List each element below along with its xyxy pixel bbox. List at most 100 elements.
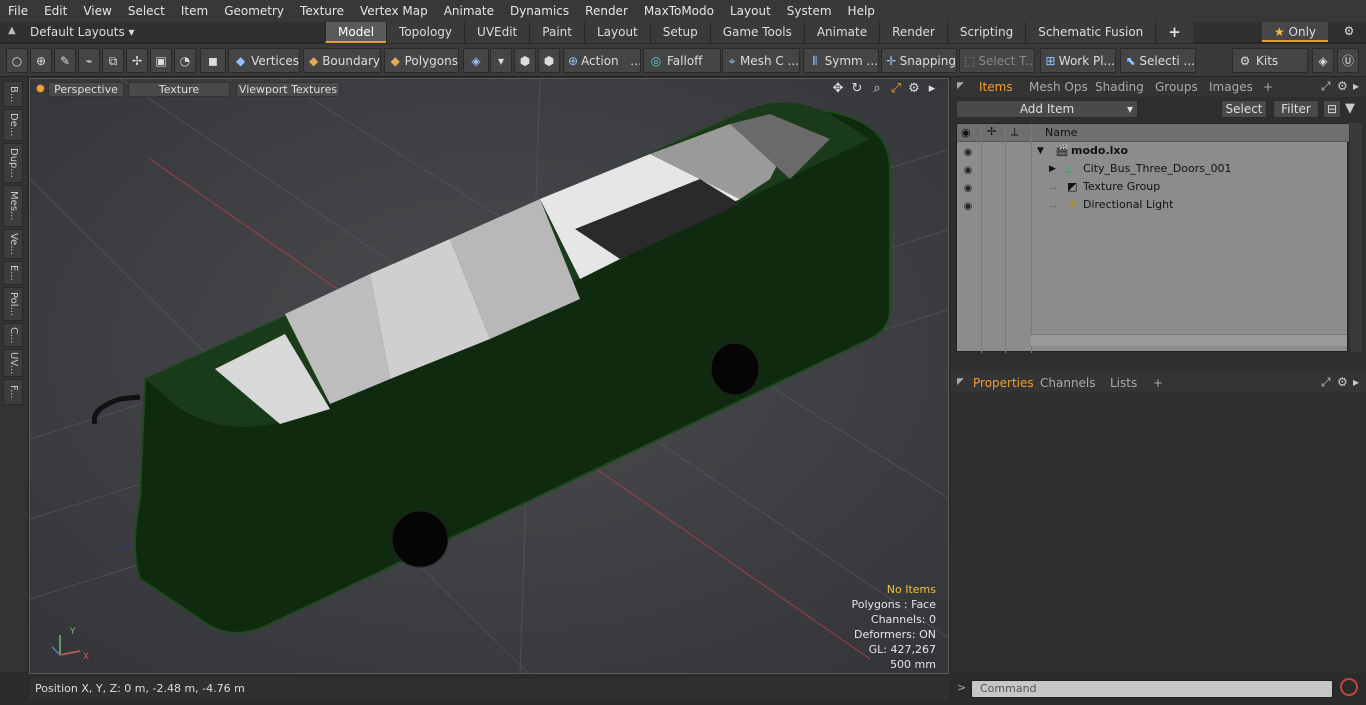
polygons-button[interactable]: ◆ Polygons xyxy=(384,48,459,73)
menu-layout[interactable]: Layout xyxy=(722,0,779,22)
tab-properties[interactable]: Properties xyxy=(967,375,1040,392)
material-button[interactable]: ◈ xyxy=(463,48,489,73)
menu-texture[interactable]: Texture xyxy=(292,0,352,22)
eye-icon[interactable]: ◉ xyxy=(961,144,975,158)
menu-animate[interactable]: Animate xyxy=(436,0,502,22)
tab-paint[interactable]: Paint xyxy=(529,22,584,43)
record-icon[interactable] xyxy=(1340,678,1358,696)
material-dropdown[interactable]: ▾ xyxy=(490,48,512,73)
view-mode-selector[interactable]: Perspective xyxy=(48,82,124,97)
vertical-scrollbar[interactable] xyxy=(1350,123,1362,352)
symmetry-button[interactable]: ⫴ Symm ... xyxy=(803,48,879,73)
add-item-button[interactable]: Add Item ▾ xyxy=(956,100,1138,118)
item-row-texture-group[interactable]: ◉ … ◩ Texture Group xyxy=(957,178,1349,196)
command-input[interactable]: Command xyxy=(971,680,1333,698)
viewport-gear-icon[interactable]: ⚙ xyxy=(906,81,922,97)
tab-layout[interactable]: Layout xyxy=(583,22,650,43)
tab-animate[interactable]: Animate xyxy=(803,22,880,43)
viewport-expand-icon[interactable]: ▸ xyxy=(924,81,940,97)
tab-uvedit[interactable]: UVEdit xyxy=(464,22,530,43)
menu-vertex-map[interactable]: Vertex Map xyxy=(352,0,436,22)
transform-button[interactable]: ⧉ xyxy=(102,48,124,73)
move-button[interactable]: ✢ xyxy=(126,48,148,73)
tab-polygon[interactable]: Pol... xyxy=(3,287,23,321)
action-center-button[interactable]: ⊕ Action … xyxy=(563,48,641,73)
select-through-button[interactable]: ⬚ Select T... xyxy=(959,48,1035,73)
eye-icon[interactable]: ◉ xyxy=(961,162,975,176)
tab-fusion[interactable]: F... xyxy=(3,379,23,405)
work-plane-button[interactable]: ⊞ Work Pl... xyxy=(1040,48,1116,73)
tab-uv[interactable]: UV... xyxy=(3,349,23,377)
rotate-button[interactable]: ◔ xyxy=(174,48,196,73)
expand-arrow-icon[interactable]: ▶ xyxy=(1049,160,1056,178)
menu-help[interactable]: Help xyxy=(840,0,883,22)
add-panel-tab-button[interactable]: + xyxy=(1257,79,1279,96)
viewport-menu-dot[interactable]: ● xyxy=(36,83,45,94)
panel-gear-icon[interactable]: ⚙ xyxy=(1337,375,1348,389)
panel-menu-icon[interactable]: ◤ xyxy=(957,81,964,91)
tab-render[interactable]: Render xyxy=(879,22,947,43)
unreal-button[interactable]: Ⓤ xyxy=(1337,48,1359,73)
filter-button[interactable]: Filter xyxy=(1273,100,1319,118)
tab-schematic-fusion[interactable]: Schematic Fusion xyxy=(1025,22,1156,43)
globe-button[interactable]: ⊕ xyxy=(30,48,52,73)
item-row-light[interactable]: ◉ … ☀ Directional Light xyxy=(957,196,1349,214)
item-list[interactable]: ◉ ✢ ⟂ Name ◉ ▼ 🎬 modo.lxo ◉ ▶ ⟂ City_Bus… xyxy=(956,123,1349,353)
falloff-button[interactable]: ◎ Falloff xyxy=(643,48,721,73)
panel-expand-icon[interactable]: ⤢ xyxy=(1321,79,1331,94)
3d-viewport[interactable]: Y X ● Perspective Texture Viewport Textu… xyxy=(29,78,949,674)
eye-icon[interactable]: ◉ xyxy=(961,198,975,212)
menu-edit[interactable]: Edit xyxy=(36,0,75,22)
add-panel-tab-button[interactable]: + xyxy=(1147,375,1169,392)
tab-shading[interactable]: Shading xyxy=(1089,79,1150,96)
collapse-arrow-icon[interactable]: ▲ xyxy=(8,25,20,39)
panel-arrow-icon[interactable]: ▸ xyxy=(1353,79,1359,93)
maximize-icon[interactable]: ⤢ xyxy=(888,81,904,97)
expand-arrow-icon[interactable]: ▼ xyxy=(1037,142,1044,160)
layout-selector[interactable]: Default Layouts ▾ xyxy=(30,22,135,42)
funnel-icon[interactable]: ▼ xyxy=(1345,101,1355,116)
select-circle-button[interactable]: ○ xyxy=(6,48,28,73)
tab-groups[interactable]: Groups xyxy=(1149,79,1204,96)
shading-selector[interactable]: Texture xyxy=(128,82,230,97)
tab-curve[interactable]: C... xyxy=(3,323,23,347)
tab-images[interactable]: Images xyxy=(1203,79,1259,96)
only-toggle[interactable]: ★ Only xyxy=(1262,22,1328,42)
boundary-button[interactable]: ◆ Boundary xyxy=(303,48,381,73)
brush-button[interactable]: ⌁ xyxy=(78,48,100,73)
tab-deform[interactable]: De... xyxy=(3,109,23,141)
tab-vertex[interactable]: Ve... xyxy=(3,229,23,259)
collapse-button[interactable]: ⊟ xyxy=(1323,100,1341,118)
tab-setup[interactable]: Setup xyxy=(649,22,710,43)
gear-icon[interactable]: ⚙ xyxy=(1338,24,1360,42)
snapping-button[interactable]: ✛ Snapping xyxy=(881,48,957,73)
mesh-constraint-button[interactable]: ⌖ Mesh C ... xyxy=(722,48,800,73)
zoom-icon[interactable]: ⌕ xyxy=(869,81,885,97)
menu-geometry[interactable]: Geometry xyxy=(216,0,292,22)
rotate-view-icon[interactable]: ↻ xyxy=(849,81,865,97)
menu-item[interactable]: Item xyxy=(173,0,216,22)
menu-maxtomodo[interactable]: MaxToModo xyxy=(636,0,722,22)
tab-topology[interactable]: Topology xyxy=(386,22,465,43)
kits-button[interactable]: ⚙ Kits xyxy=(1232,48,1308,73)
pen-button[interactable]: ✎ xyxy=(54,48,76,73)
pan-icon[interactable]: ✥ xyxy=(830,81,846,97)
viewport-textures-toggle[interactable]: Viewport Textures xyxy=(236,82,340,97)
unity-button[interactable]: ◈ xyxy=(1312,48,1334,73)
tab-mesh-edit[interactable]: Mes... xyxy=(3,185,23,227)
menu-view[interactable]: View xyxy=(75,0,119,22)
vertices-button[interactable]: ◆ Vertices xyxy=(228,48,300,73)
menu-select[interactable]: Select xyxy=(120,0,173,22)
selection-sets-button[interactable]: ⬉ Selecti ... xyxy=(1120,48,1196,73)
tab-channels[interactable]: Channels xyxy=(1034,375,1102,392)
tab-mesh-ops[interactable]: Mesh Ops xyxy=(1023,79,1094,96)
tab-items[interactable]: Items xyxy=(973,79,1019,96)
menu-render[interactable]: Render xyxy=(577,0,636,22)
item-row-scene[interactable]: ◉ ▼ 🎬 modo.lxo xyxy=(957,142,1349,160)
add-tab-button[interactable]: + xyxy=(1155,22,1193,43)
panel-menu-icon[interactable]: ◤ xyxy=(957,377,964,387)
scale-button[interactable]: ▣ xyxy=(150,48,172,73)
tab-lists[interactable]: Lists xyxy=(1104,375,1143,392)
menu-file[interactable]: File xyxy=(0,0,36,22)
select-button[interactable]: Select xyxy=(1221,100,1267,118)
